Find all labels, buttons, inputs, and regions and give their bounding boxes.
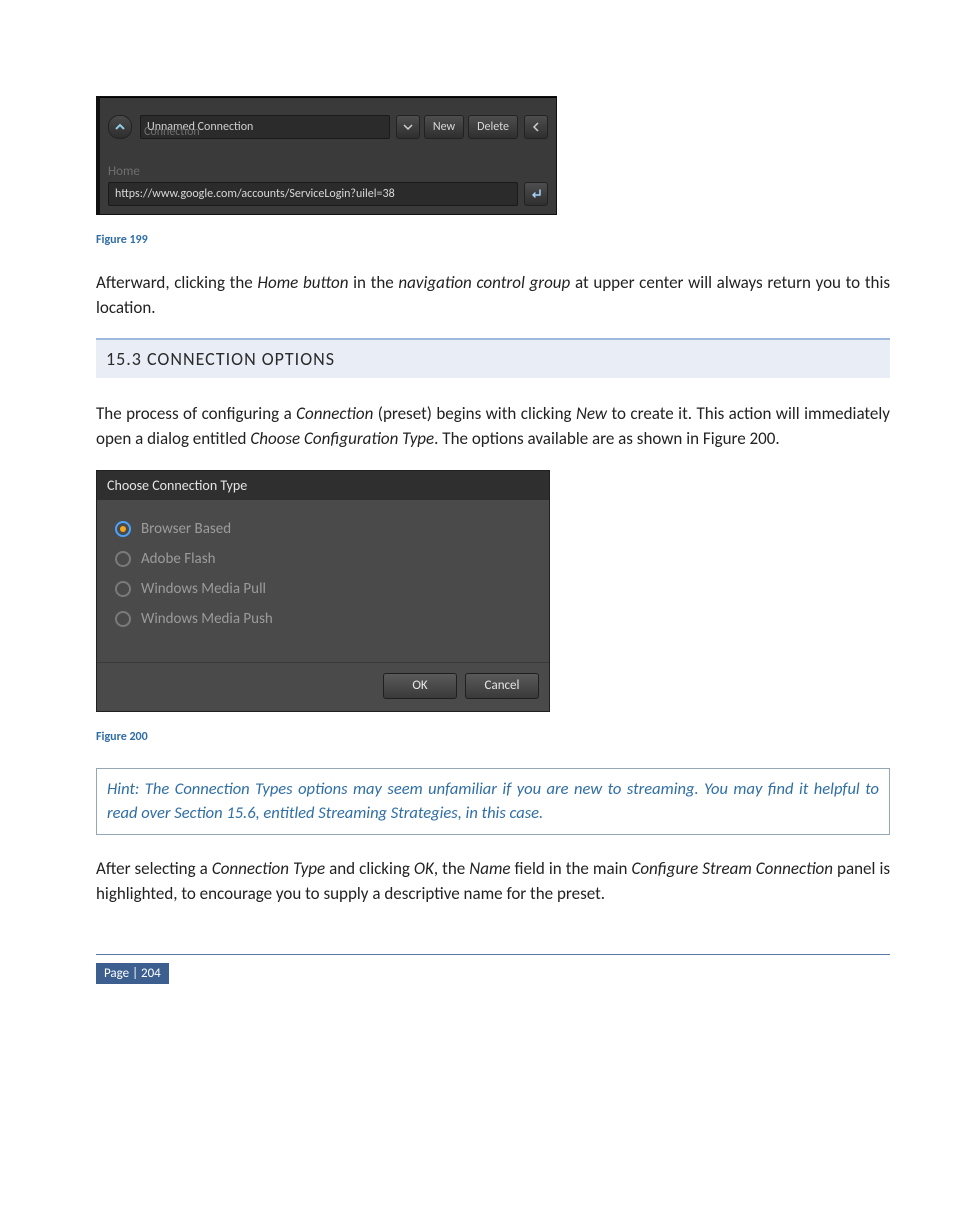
section-heading: 15.3 CONNECTION OPTIONS — [96, 338, 890, 378]
home-url-input[interactable]: https://www.google.com/accounts/ServiceL… — [108, 182, 518, 206]
chevron-down-icon[interactable] — [396, 115, 420, 139]
paragraph-1: Afterward, clicking the Home button in t… — [96, 271, 890, 320]
radio-icon — [115, 611, 131, 627]
radio-option-adobe-flash[interactable]: Adobe Flash — [115, 544, 531, 574]
home-label: Home — [108, 164, 140, 179]
paragraph-2: The process of configuring a Connection … — [96, 402, 890, 451]
hint-box: Hint: The Connection Types options may s… — [96, 768, 890, 836]
hint-text: Hint: The Connection Types options may s… — [107, 777, 879, 827]
page-number: Page | 204 — [96, 963, 169, 984]
delete-button[interactable]: Delete — [468, 115, 518, 139]
figure-caption-199: Figure 199 — [96, 233, 890, 247]
radio-option-windows-media-pull[interactable]: Windows Media Pull — [115, 574, 531, 604]
cancel-button[interactable]: Cancel — [465, 673, 539, 699]
footer-rule — [96, 954, 890, 955]
paragraph-3: After selecting a Connection Type and cl… — [96, 857, 890, 906]
radio-icon — [115, 551, 131, 567]
enter-icon[interactable] — [524, 182, 548, 206]
radio-label: Adobe Flash — [141, 550, 215, 568]
radio-label: Browser Based — [141, 520, 231, 538]
radio-option-windows-media-push[interactable]: Windows Media Push — [115, 604, 531, 634]
connection-label: Connection — [144, 125, 200, 139]
radio-icon — [115, 581, 131, 597]
dialog-title: Choose Connection Type — [97, 471, 549, 500]
choose-connection-type-dialog: Choose Connection Type Browser Based Ado… — [96, 470, 550, 712]
ok-button[interactable]: OK — [383, 673, 457, 699]
radio-icon — [115, 521, 131, 537]
back-icon[interactable] — [524, 115, 548, 139]
figure-caption-200: Figure 200 — [96, 730, 890, 744]
new-button[interactable]: New — [424, 115, 464, 139]
radio-label: Windows Media Push — [141, 610, 273, 628]
connection-panel: Connection Unnamed Connection New Delete… — [96, 96, 557, 215]
radio-label: Windows Media Pull — [141, 580, 266, 598]
radio-option-browser-based[interactable]: Browser Based — [115, 514, 531, 544]
chevron-up-icon[interactable] — [108, 115, 132, 139]
